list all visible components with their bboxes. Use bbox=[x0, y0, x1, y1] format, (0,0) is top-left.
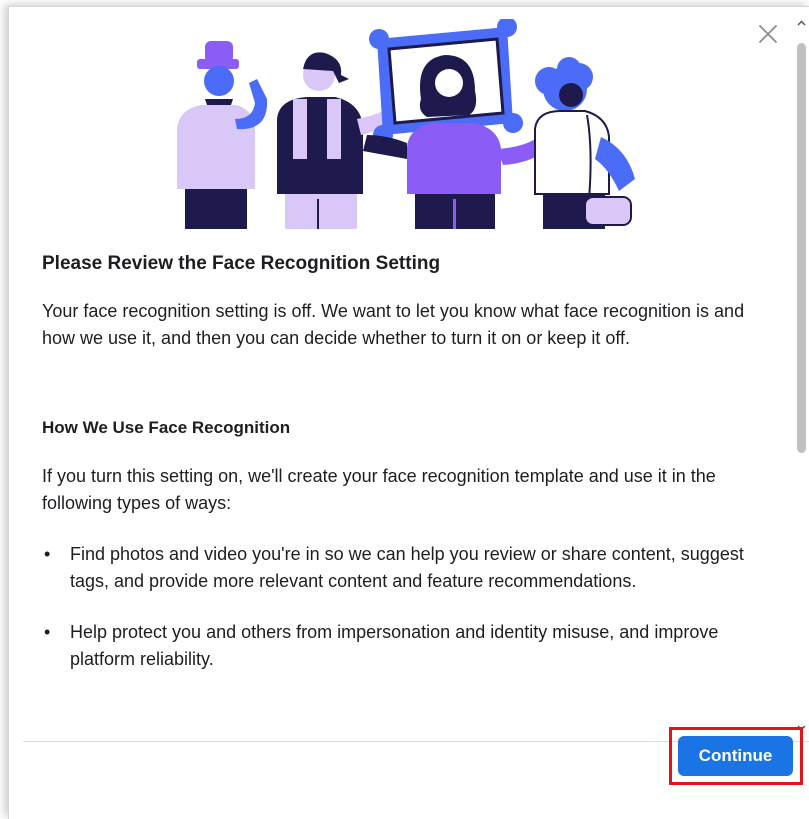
close-icon[interactable] bbox=[755, 21, 781, 47]
dialog-title: Please Review the Face Recognition Setti… bbox=[42, 253, 441, 274]
list-item-text: Find photos and video you're in so we ca… bbox=[70, 544, 744, 591]
person-with-frame-illustration bbox=[363, 19, 551, 229]
bullet-icon: • bbox=[44, 622, 51, 642]
list-item: • Help protect you and others from imper… bbox=[42, 619, 772, 673]
person-with-hat-illustration bbox=[177, 41, 268, 229]
bullet-icon: • bbox=[44, 544, 51, 564]
person-with-curly-hair-illustration bbox=[534, 57, 635, 229]
face-recognition-dialog: Please Review the Face Recognition Setti… bbox=[8, 6, 809, 819]
usage-list: • Find photos and video you're in so we … bbox=[42, 541, 772, 697]
scrollbar-thumb[interactable] bbox=[797, 43, 806, 453]
scroll-up-icon[interactable] bbox=[797, 19, 806, 28]
dialog-scrollbar[interactable] bbox=[793, 13, 809, 735]
dialog-content: Please Review the Face Recognition Setti… bbox=[9, 7, 791, 737]
face-recognition-illustration bbox=[177, 19, 635, 229]
usage-intro-text: If you turn this setting on, we'll creat… bbox=[42, 466, 716, 513]
section-title: How We Use Face Recognition bbox=[42, 418, 291, 437]
list-item-text: Help protect you and others from imperso… bbox=[70, 622, 719, 669]
list-item: • Find photos and video you're in so we … bbox=[42, 541, 772, 595]
intro-text: Your face recognition setting is off. We… bbox=[42, 301, 745, 348]
continue-button[interactable]: Continue bbox=[678, 736, 793, 776]
